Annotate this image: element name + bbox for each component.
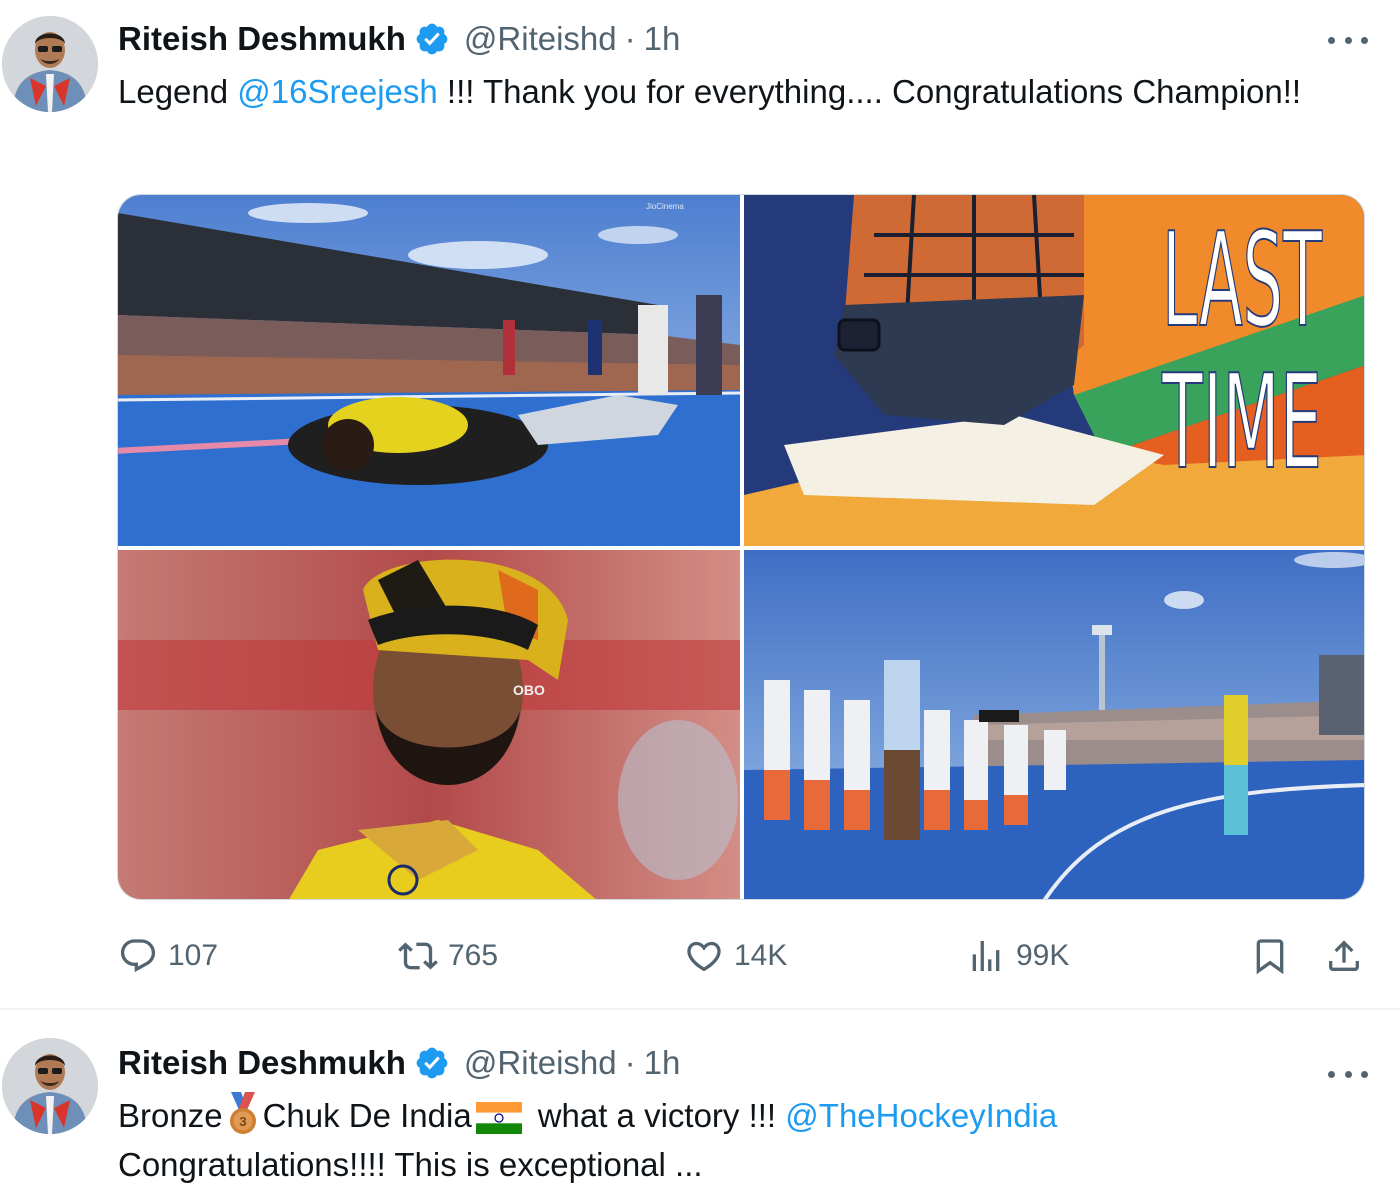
like-count: 14K <box>734 939 788 972</box>
share-button[interactable] <box>1324 930 1364 982</box>
more-icon[interactable] <box>1328 30 1368 50</box>
photo-sreejesh-portrait[interactable]: OBO <box>118 550 740 899</box>
tweet[interactable]: Riteish Deshmukh @Riteishd · 1h Legend @… <box>0 0 1400 1010</box>
tweet-text: Bronze 3 Chuk De India what a victory !!! @… <box>118 1091 1318 1189</box>
verified-badge-icon <box>414 21 450 57</box>
display-name[interactable]: Riteish Deshmukh <box>118 1044 406 1082</box>
tweet-header: Riteish Deshmukh @Riteishd · 1h <box>118 1041 680 1085</box>
views-button[interactable]: 99K <box>966 930 1069 982</box>
tweet-text: Legend @16Sreejesh !!! Thank you for eve… <box>118 67 1318 116</box>
tweet[interactable]: Riteish Deshmukh @Riteishd · 1h Bronze 3 C… <box>0 1012 1400 1200</box>
views-icon <box>966 936 1006 976</box>
handle[interactable]: @Riteishd <box>464 1044 617 1082</box>
reply-icon <box>118 936 158 976</box>
reply-count: 107 <box>168 939 219 972</box>
tweet-text-part: !!! Thank you for everything.... Congrat… <box>437 73 1302 110</box>
share-icon <box>1324 936 1364 976</box>
more-icon[interactable] <box>1328 1064 1368 1084</box>
mention-link[interactable]: @TheHockeyIndia <box>785 1097 1057 1134</box>
timestamp[interactable]: 1h <box>644 20 681 58</box>
mention-link[interactable]: @16Sreejesh <box>237 73 437 110</box>
photo-team-celebration[interactable] <box>744 550 1364 899</box>
svg-text:LAST: LAST <box>1162 204 1322 356</box>
avatar[interactable] <box>2 1038 98 1134</box>
repost-icon <box>398 936 438 976</box>
tweet-text-part: Bronze <box>118 1097 223 1134</box>
like-button[interactable]: 14K <box>684 930 787 982</box>
india-flag-emoji <box>475 1098 522 1135</box>
tweet-text-part: Legend <box>118 73 238 110</box>
separator-dot: · <box>624 20 636 57</box>
verified-badge-icon <box>414 1045 450 1081</box>
handle[interactable]: @Riteishd <box>464 20 617 58</box>
views-count: 99K <box>1016 939 1070 972</box>
tweet-text-part: what a victory !!! <box>537 1097 786 1134</box>
reply-button[interactable]: 107 <box>118 930 218 982</box>
avatar[interactable] <box>2 16 98 112</box>
tweet-header: Riteish Deshmukh @Riteishd · 1h <box>118 17 680 61</box>
photo-goalkeeper-lying[interactable]: JioCinema <box>118 195 740 546</box>
3rd-place-medal-emoji: 3 <box>227 1092 259 1136</box>
tweet-actions: 107 765 14K 99K <box>118 930 1368 982</box>
heart-icon <box>684 936 724 976</box>
separator-dot: · <box>624 1044 636 1081</box>
svg-text:TIME: TIME <box>1161 346 1322 498</box>
svg-text:JioCinema: JioCinema <box>646 202 684 211</box>
media-grid: JioCinema LAST TIME OBO <box>117 194 1365 900</box>
bookmark-icon <box>1250 936 1290 976</box>
bookmark-button[interactable] <box>1250 930 1290 982</box>
tweet-text-part: Congratulations!!!! This is exceptional … <box>118 1146 703 1184</box>
repost-count: 765 <box>448 939 499 972</box>
svg-text:OBO: OBO <box>513 682 545 698</box>
photo-last-time-illustration[interactable]: LAST TIME <box>744 195 1364 546</box>
tweet-text-part: Chuk De India <box>262 1097 472 1134</box>
repost-button[interactable]: 765 <box>398 930 498 982</box>
timestamp[interactable]: 1h <box>644 1044 681 1082</box>
display-name[interactable]: Riteish Deshmukh <box>118 20 406 58</box>
svg-text:3: 3 <box>239 1114 246 1129</box>
